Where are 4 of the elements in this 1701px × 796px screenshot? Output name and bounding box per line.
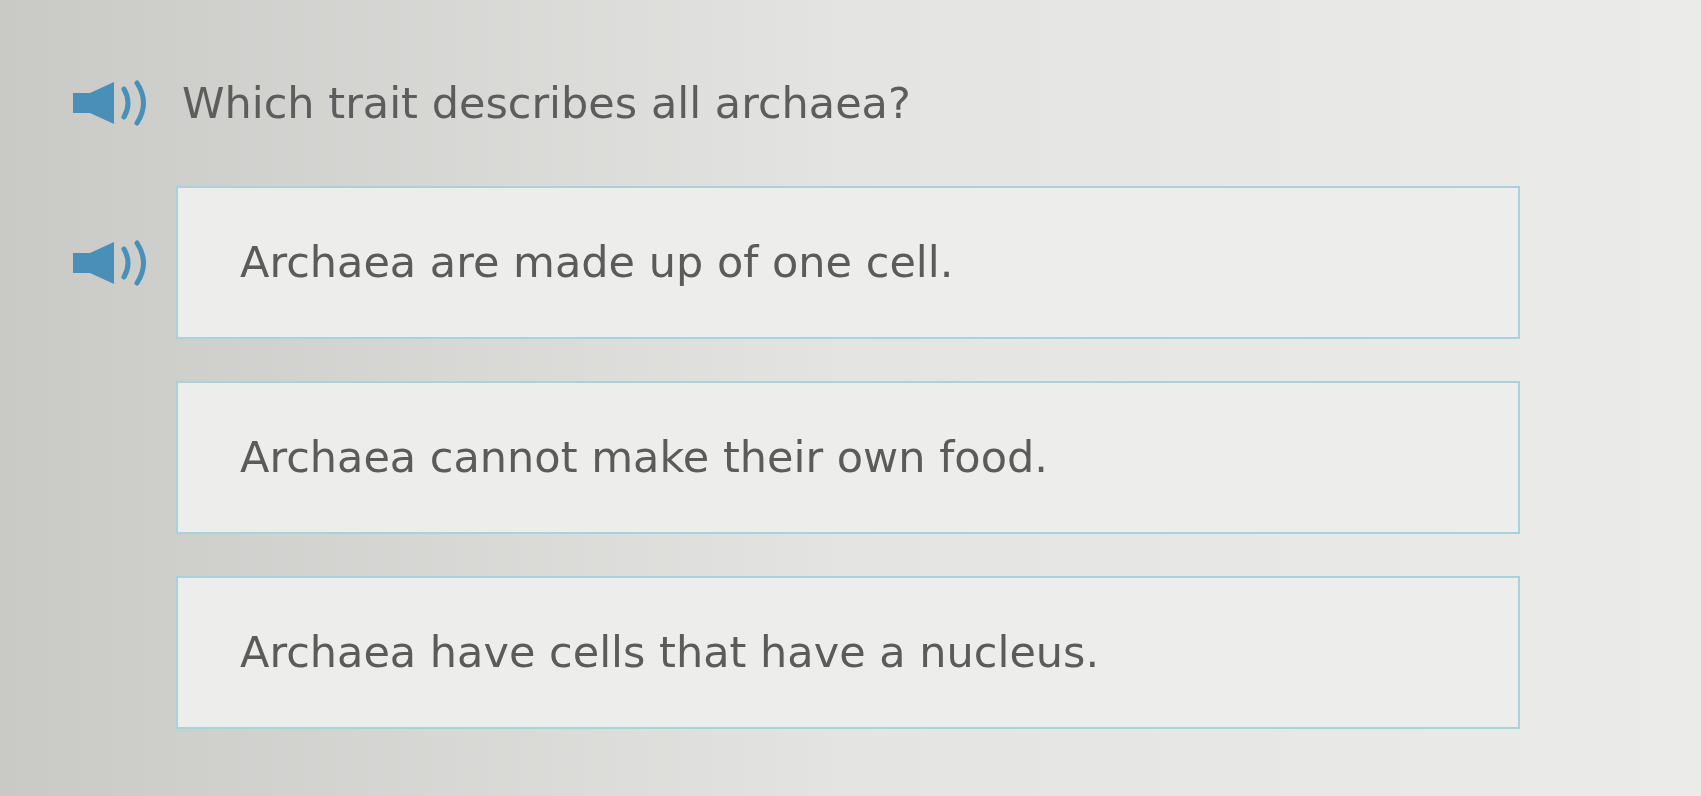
answer-option[interactable]: Archaea have cells that have a nucleus. bbox=[176, 576, 1520, 729]
answer-option[interactable]: Archaea are made up of one cell. bbox=[176, 186, 1520, 339]
answer-option[interactable]: Archaea cannot make their own food. bbox=[176, 381, 1520, 534]
question-text: Which trait describes all archaea? bbox=[182, 78, 911, 128]
